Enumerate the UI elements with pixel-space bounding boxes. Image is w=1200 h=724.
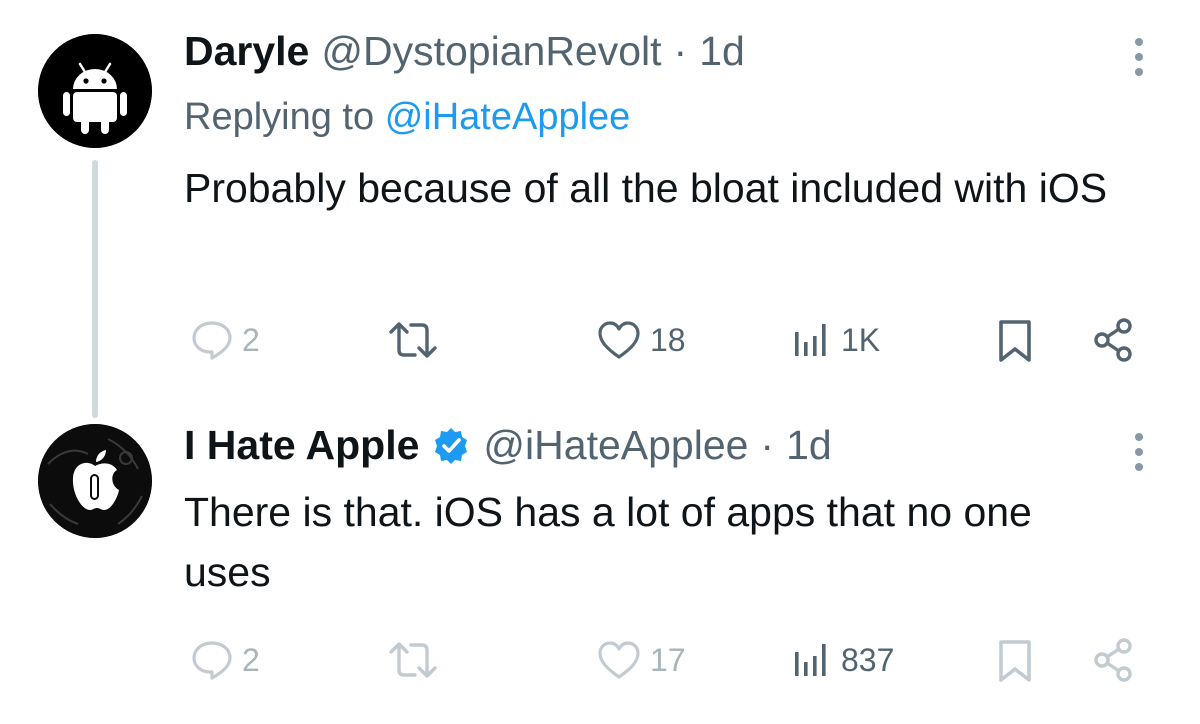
display-name[interactable]: Daryle bbox=[184, 28, 309, 75]
view-count: 1K bbox=[841, 321, 881, 358]
more-options-icon[interactable] bbox=[1127, 38, 1151, 76]
user-handle[interactable]: @iHateApplee bbox=[483, 422, 748, 469]
views-chart-icon bbox=[795, 324, 826, 356]
reply-count: 2 bbox=[242, 641, 260, 678]
replying-to-mention[interactable]: @iHateApplee bbox=[385, 96, 631, 138]
bookmark-button[interactable] bbox=[995, 318, 1035, 364]
like-count: 18 bbox=[650, 321, 686, 358]
timestamp[interactable]: 1d bbox=[699, 28, 745, 75]
retweet-button[interactable] bbox=[385, 318, 441, 362]
apple-logo-icon bbox=[38, 424, 152, 538]
share-button[interactable] bbox=[1090, 636, 1138, 684]
bookmark-button[interactable] bbox=[995, 638, 1035, 684]
timestamp[interactable]: 1d bbox=[786, 422, 832, 469]
avatar-i-hate-apple[interactable] bbox=[38, 424, 152, 538]
view-count: 837 bbox=[841, 641, 895, 678]
bookmark-icon bbox=[999, 320, 1031, 362]
avatar-daryle[interactable] bbox=[38, 34, 152, 148]
share-icon bbox=[1094, 318, 1132, 362]
replying-to-label: Replying to bbox=[184, 96, 375, 138]
like-button[interactable]: 17 bbox=[596, 638, 686, 682]
verified-badge-icon bbox=[431, 426, 471, 466]
replying-to: Replying to @iHateApplee bbox=[184, 96, 630, 139]
tweet-header: I Hate Apple @iHateApplee · 1d bbox=[184, 422, 844, 469]
views-chart-icon bbox=[795, 644, 826, 676]
more-options-icon[interactable] bbox=[1127, 433, 1151, 471]
views-button[interactable]: 1K bbox=[791, 318, 880, 362]
like-count: 17 bbox=[650, 641, 686, 678]
display-name[interactable]: I Hate Apple bbox=[184, 422, 419, 469]
heart-icon bbox=[598, 641, 640, 679]
user-handle[interactable]: @DystopianRevolt bbox=[321, 28, 661, 75]
separator-dot: · bbox=[760, 422, 775, 468]
reply-button[interactable]: 2 bbox=[190, 638, 260, 682]
retweet-icon bbox=[389, 322, 437, 358]
tweet-text: Probably because of all the bloat includ… bbox=[184, 165, 1108, 211]
reply-icon bbox=[192, 641, 232, 680]
retweet-icon bbox=[389, 642, 437, 678]
like-button[interactable]: 18 bbox=[596, 318, 686, 362]
separator-dot: · bbox=[673, 28, 688, 74]
share-button[interactable] bbox=[1090, 316, 1138, 364]
reply-count: 2 bbox=[242, 321, 260, 358]
bookmark-icon bbox=[999, 640, 1031, 682]
thread-connector-line bbox=[92, 160, 98, 418]
reply-icon bbox=[192, 321, 232, 360]
heart-icon bbox=[598, 321, 640, 359]
android-robot-icon bbox=[38, 34, 152, 148]
share-icon bbox=[1094, 638, 1132, 682]
tweet-text: There is that. iOS has a lot of apps tha… bbox=[184, 489, 1032, 595]
views-button[interactable]: 837 bbox=[791, 638, 894, 682]
reply-button[interactable]: 2 bbox=[190, 318, 260, 362]
retweet-button[interactable] bbox=[385, 638, 441, 682]
tweet-header: Daryle @DystopianRevolt · 1d bbox=[184, 28, 757, 75]
